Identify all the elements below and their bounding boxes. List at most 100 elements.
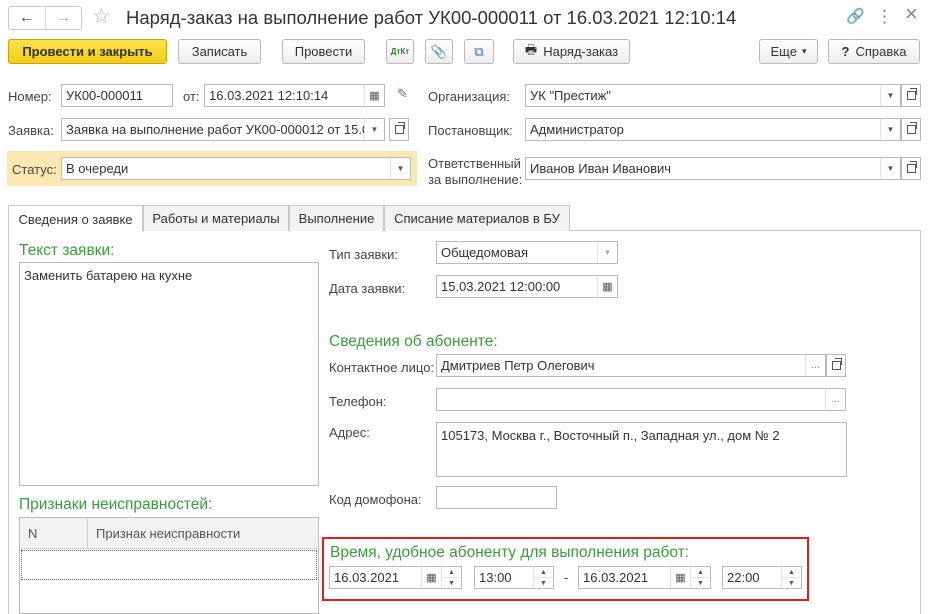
open-responsible-icon[interactable] bbox=[901, 157, 921, 180]
number-label: Номер: bbox=[8, 89, 52, 104]
date-label: от: bbox=[183, 89, 200, 104]
more-actions-button[interactable]: Еще ▾ bbox=[759, 39, 818, 64]
request-text-area[interactable]: Заменить батарею на кухне bbox=[19, 262, 319, 486]
responsible-field[interactable]: Иванов Иван Иванович ▼ bbox=[525, 157, 901, 180]
request-type-field[interactable]: Общедомовая ▼ bbox=[436, 241, 618, 264]
request-date-label: Дата заявки: bbox=[329, 281, 406, 296]
edit-check-icon[interactable]: ✎ bbox=[397, 86, 408, 102]
request-text-value: Заменить батарею на кухне bbox=[24, 268, 193, 283]
navigation-buttons: ← → bbox=[8, 6, 82, 30]
more-actions-label: Еще bbox=[770, 44, 797, 59]
supplier-field[interactable]: Администратор ▼ bbox=[525, 118, 901, 141]
time-from-hour-field[interactable]: 13:00 ▲ ▼ bbox=[474, 566, 554, 589]
status-field[interactable]: В очереди ▼ bbox=[61, 157, 411, 180]
tab-works-materials[interactable]: Работы и материалы bbox=[143, 205, 289, 231]
open-supplier-icon[interactable] bbox=[901, 118, 921, 141]
date-field[interactable]: 16.03.2021 12:10:14 ▦ bbox=[204, 84, 385, 107]
contact-field[interactable]: Дмитриев Петр Олегович ... bbox=[436, 354, 826, 377]
time-from-date-value: 16.03.2021 bbox=[334, 570, 400, 585]
organization-value: УК "Престиж" bbox=[530, 88, 611, 103]
attachment-icon[interactable]: 📎 bbox=[425, 39, 453, 64]
help-button[interactable]: ? Справка bbox=[828, 39, 920, 64]
request-date-value: 15.03.2021 12:00:00 bbox=[441, 279, 561, 294]
faults-table[interactable]: N Признак неисправности bbox=[19, 517, 319, 614]
tab-request-details[interactable]: Сведения о заявке bbox=[8, 205, 143, 232]
close-icon[interactable]: × bbox=[905, 3, 918, 25]
address-field[interactable]: 105173, Москва г., Восточный п., Западна… bbox=[436, 422, 847, 477]
time-from-hour-value: 13:00 bbox=[479, 570, 512, 585]
chevron-down-icon: ▾ bbox=[801, 46, 807, 56]
responsible-label-line2: за выполнение: bbox=[428, 172, 523, 187]
page-title: Наряд-заказ на выполнение работ УК00-000… bbox=[126, 7, 737, 28]
request-type-value: Общедомовая bbox=[441, 245, 529, 260]
dropdown-icon[interactable]: ▼ bbox=[880, 158, 900, 179]
time-to-date-value: 16.03.2021 bbox=[583, 570, 649, 585]
time-to-hour-field[interactable]: 22:00 ▲ ▼ bbox=[722, 566, 802, 589]
request-date-field[interactable]: 15.03.2021 12:00:00 ▦ bbox=[436, 275, 618, 298]
responsible-label-line1: Ответственный bbox=[428, 156, 521, 171]
print-order-label: Наряд-заказ bbox=[543, 44, 619, 59]
forward-arrow-icon[interactable]: → bbox=[44, 7, 82, 29]
calendar-icon[interactable]: ▦ bbox=[364, 85, 384, 106]
column-header-n[interactable]: N bbox=[20, 518, 87, 548]
spinner-icon[interactable]: ▲ ▼ bbox=[441, 567, 461, 588]
table-row[interactable] bbox=[21, 550, 317, 580]
range-separator: - bbox=[564, 570, 569, 585]
spinner-icon[interactable]: ▲ ▼ bbox=[690, 567, 710, 588]
status-value: В очереди bbox=[66, 161, 129, 176]
structure-icon[interactable]: ⧉ bbox=[464, 39, 494, 64]
faults-heading: Признаки неисправностей: bbox=[19, 496, 213, 513]
intercom-field[interactable] bbox=[436, 486, 557, 509]
help-icon: ? bbox=[841, 44, 850, 59]
open-organization-icon[interactable] bbox=[901, 84, 921, 107]
date-value: 16.03.2021 12:10:14 bbox=[209, 88, 329, 103]
number-field[interactable]: УК00-000011 bbox=[61, 84, 173, 107]
calendar-icon[interactable]: ▦ bbox=[421, 567, 441, 588]
post-and-close-button[interactable]: Провести и закрыть bbox=[8, 39, 167, 64]
select-dots-icon[interactable]: ... bbox=[805, 355, 825, 376]
more-vertical-icon[interactable]: ⋮ bbox=[876, 7, 893, 27]
contact-value: Дмитриев Петр Олегович bbox=[441, 358, 595, 373]
dropdown-icon[interactable]: ▼ bbox=[597, 242, 617, 263]
status-label: Статус: bbox=[12, 162, 57, 177]
select-dots-icon[interactable]: ... bbox=[825, 389, 845, 410]
back-arrow-icon[interactable]: ← bbox=[9, 7, 45, 29]
print-order-button[interactable]: 🖶 Наряд-заказ bbox=[513, 39, 630, 64]
column-header-sign[interactable]: Признак неисправности bbox=[87, 518, 318, 548]
save-button[interactable]: Записать bbox=[178, 39, 261, 64]
favorite-star-icon[interactable]: ☆ bbox=[92, 5, 111, 29]
tab-execution[interactable]: Выполнение bbox=[289, 205, 384, 231]
phone-field[interactable]: ... bbox=[436, 388, 846, 411]
intercom-label: Код домофона: bbox=[329, 492, 422, 507]
help-label: Справка bbox=[855, 44, 907, 59]
contact-label: Контактное лицо: bbox=[329, 360, 435, 375]
dropdown-icon[interactable]: ▼ bbox=[880, 85, 900, 106]
address-value: 105173, Москва г., Восточный п., Западна… bbox=[441, 428, 780, 443]
tab-materials-writeoff[interactable]: Списание материалов в БУ bbox=[384, 205, 570, 231]
time-from-date-field[interactable]: 16.03.2021 ▦ ▲ ▼ bbox=[329, 566, 462, 589]
phone-value bbox=[437, 389, 825, 410]
open-request-icon[interactable] bbox=[389, 118, 409, 141]
dropdown-icon[interactable]: ▼ bbox=[390, 158, 410, 179]
organization-field[interactable]: УК "Престиж" ▼ bbox=[525, 84, 901, 107]
time-to-date-field[interactable]: 16.03.2021 ▦ ▲ ▼ bbox=[578, 566, 711, 589]
open-contact-icon[interactable] bbox=[826, 354, 846, 377]
post-button[interactable]: Провести bbox=[282, 39, 365, 64]
request-field[interactable]: Заявка на выполнение работ УК00-000012 о… bbox=[61, 118, 385, 141]
calendar-icon[interactable]: ▦ bbox=[670, 567, 690, 588]
dropdown-icon[interactable]: ▼ bbox=[364, 119, 384, 140]
address-label: Адрес: bbox=[329, 425, 370, 440]
number-value: УК00-000011 bbox=[66, 88, 144, 103]
dropdown-icon[interactable]: ▼ bbox=[880, 119, 900, 140]
supplier-value: Администратор bbox=[530, 122, 624, 137]
spinner-icon[interactable]: ▲ ▼ bbox=[533, 567, 553, 588]
time-heading: Время, удобное абоненту для выполнения р… bbox=[330, 544, 690, 561]
request-label: Заявка: bbox=[8, 123, 54, 138]
link-icon[interactable]: 🔗 bbox=[846, 7, 865, 27]
dtkt-icon[interactable]: ДтКт bbox=[386, 39, 414, 64]
spinner-icon[interactable]: ▲ ▼ bbox=[781, 567, 801, 588]
intercom-value bbox=[437, 487, 556, 508]
time-to-hour-value: 22:00 bbox=[727, 570, 760, 585]
calendar-icon[interactable]: ▦ bbox=[597, 276, 617, 297]
subscriber-heading: Сведения об абоненте: bbox=[329, 333, 498, 350]
